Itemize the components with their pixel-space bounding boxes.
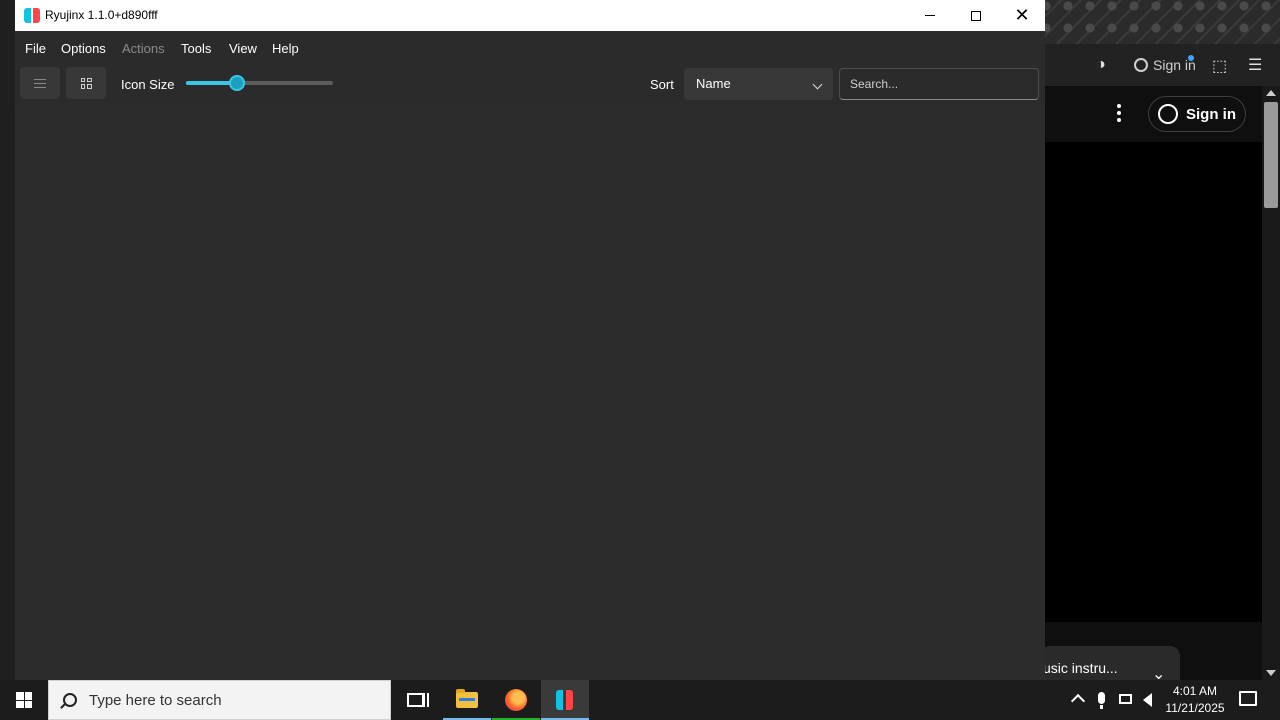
speaker-icon[interactable] <box>1143 693 1152 707</box>
browser-toolbar: ◑ Sign in ⬚ ☰ <box>1040 44 1280 86</box>
menu-tools[interactable]: Tools <box>181 41 211 56</box>
extensions-icon[interactable]: ⬚ <box>1212 56 1227 76</box>
sort-label: Sort <box>650 77 674 92</box>
scroll-down-icon[interactable] <box>1266 670 1276 676</box>
browser-sign-in-link[interactable]: Sign in <box>1134 57 1196 73</box>
menu-bar: File Options Actions Tools View Help <box>15 31 1045 65</box>
taskbar-search-box[interactable]: Type here to search <box>48 680 391 720</box>
task-view-button[interactable] <box>392 680 440 720</box>
title-bar[interactable]: Ryujinx 1.1.0+d890fff ✕ <box>15 0 1045 31</box>
search-icon <box>63 693 77 707</box>
close-icon: ✕ <box>1014 5 1030 25</box>
maximize-button[interactable] <box>953 0 999 31</box>
icon-size-label: Icon Size <box>121 77 175 92</box>
taskbar: Type here to search 4:01 AM 11/21/2025 <box>0 680 1280 720</box>
list-icon <box>34 76 46 91</box>
sort-value: Name <box>696 76 731 91</box>
account-icon <box>1134 58 1148 72</box>
firefox-icon <box>505 689 527 711</box>
sort-dropdown[interactable]: Name <box>684 68 833 100</box>
scroll-up-icon[interactable] <box>1266 90 1276 96</box>
browser-tab-strip[interactable] <box>1040 0 1280 44</box>
site-sign-in-button[interactable]: Sign in <box>1148 96 1246 132</box>
icon-size-slider[interactable] <box>186 75 333 91</box>
windows-logo-icon <box>16 692 32 708</box>
browser-scrollbar[interactable] <box>1262 86 1280 680</box>
menu-actions[interactable]: Actions <box>122 41 165 56</box>
toolbar: Icon Size Sort Name <box>15 65 1045 106</box>
list-view-button[interactable] <box>20 67 60 99</box>
microphone-icon[interactable] <box>1098 692 1105 709</box>
system-clock[interactable]: 4:01 AM 11/21/2025 <box>1162 683 1228 717</box>
grid-view-button[interactable] <box>66 67 106 99</box>
menu-icon[interactable]: ☰ <box>1248 55 1262 75</box>
game-list-area[interactable] <box>15 106 1045 680</box>
minimize-button[interactable] <box>907 0 953 31</box>
more-options-icon[interactable] <box>1116 104 1122 125</box>
task-view-icon <box>407 693 429 707</box>
menu-help[interactable]: Help <box>272 41 299 56</box>
grid-icon <box>80 77 92 89</box>
menu-file[interactable]: File <box>25 41 46 56</box>
window-title: Ryujinx 1.1.0+d890fff <box>45 8 158 22</box>
network-icon[interactable] <box>1119 694 1132 704</box>
menu-view[interactable]: View <box>229 41 257 56</box>
search-input[interactable] <box>839 68 1039 100</box>
ryujinx-logo-icon <box>24 8 40 23</box>
ryujinx-window: Ryujinx 1.1.0+d890fff ✕ File Options Act… <box>15 0 1045 680</box>
video-area[interactable] <box>1040 142 1265 622</box>
clock-time: 4:01 AM <box>1172 684 1218 698</box>
notification-dot <box>1188 55 1194 61</box>
file-explorer-button[interactable] <box>443 680 491 720</box>
taskbar-search-placeholder: Type here to search <box>89 691 222 709</box>
theme-toggle-icon[interactable]: ◑ <box>1096 56 1106 74</box>
scrollbar-thumb[interactable] <box>1264 102 1278 208</box>
account-circle-icon <box>1158 104 1178 124</box>
ryujinx-icon <box>555 690 575 710</box>
maximize-icon <box>971 10 981 21</box>
minimize-icon <box>925 15 935 16</box>
show-hidden-icons-icon[interactable] <box>1070 693 1086 709</box>
firefox-button[interactable] <box>492 680 540 720</box>
start-button[interactable] <box>0 680 48 720</box>
close-button[interactable]: ✕ <box>999 0 1045 31</box>
folder-icon <box>456 689 478 708</box>
mini-player-toast[interactable]: usic instru... ⌄ <box>1040 646 1180 683</box>
notification-center-icon[interactable] <box>1239 691 1257 706</box>
chevron-down-icon <box>812 79 823 90</box>
ryujinx-taskbar-button[interactable] <box>541 680 589 720</box>
clock-date: 11/21/2025 <box>1165 701 1225 715</box>
slider-thumb[interactable] <box>229 75 246 91</box>
menu-options[interactable]: Options <box>61 41 106 56</box>
